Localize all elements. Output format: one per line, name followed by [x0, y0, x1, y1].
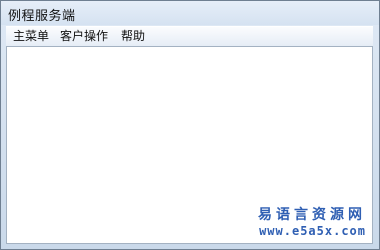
- menu-main[interactable]: 主菜单: [11, 28, 51, 45]
- watermark-url: www.e5a5x.com: [259, 224, 366, 238]
- watermark-title: 易语言资源网: [258, 207, 366, 223]
- menu-bar: 主菜单 客户操作 帮助: [6, 26, 373, 47]
- menu-client-operations[interactable]: 客户操作: [58, 28, 110, 45]
- title-bar[interactable]: 例程服务端: [1, 1, 379, 25]
- window-title: 例程服务端: [8, 9, 76, 24]
- menu-help[interactable]: 帮助: [119, 28, 147, 45]
- client-area[interactable]: 易语言资源网 www.e5a5x.com: [6, 46, 373, 244]
- watermark: 易语言资源网 www.e5a5x.com: [258, 206, 366, 239]
- app-window: 例程服务端 主菜单 客户操作 帮助 易语言资源网 www.e5a5x.com: [0, 0, 380, 250]
